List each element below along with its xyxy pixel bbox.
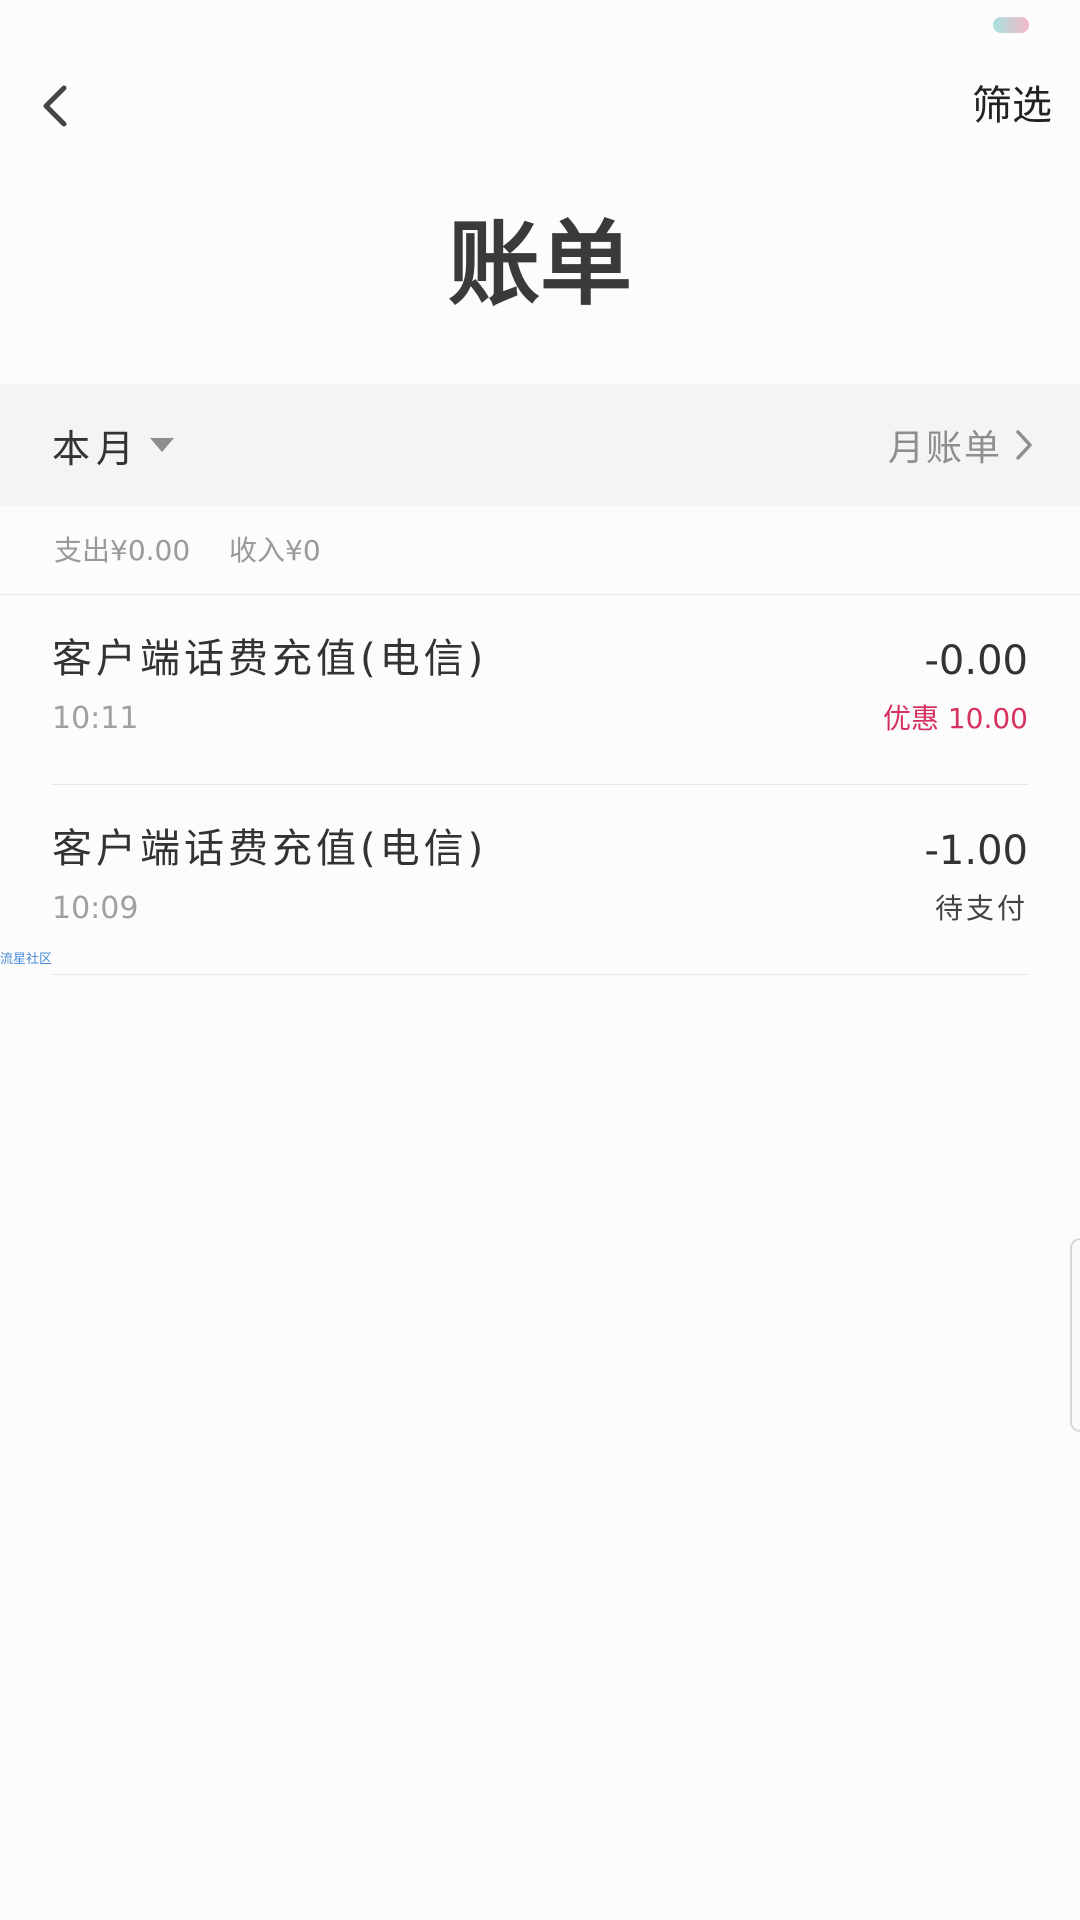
filter-button[interactable]: 筛选 bbox=[972, 80, 1052, 132]
transaction-row[interactable]: 客户端话费充值(电信) 10:09 -1.00 待支付 bbox=[0, 785, 1080, 975]
header: 筛选 bbox=[0, 50, 1080, 166]
month-bar: 本月 月账单 bbox=[0, 384, 1080, 506]
status-indicator-pill bbox=[993, 17, 1029, 33]
month-selector[interactable]: 本月 bbox=[52, 418, 175, 472]
status-bar bbox=[0, 0, 1080, 50]
transaction-row[interactable]: 客户端话费充值(电信) 10:11 -0.00 优惠 10.00 bbox=[0, 595, 1080, 785]
watermark-text: 流星社区 bbox=[0, 952, 53, 967]
monthly-bill-label: 月账单 bbox=[887, 428, 1002, 469]
transaction-time: 10:09 bbox=[52, 891, 139, 926]
chevron-left-icon bbox=[43, 85, 67, 127]
bill-summary: 支出¥0.00 收入¥0 bbox=[0, 506, 1080, 595]
month-selector-label: 本月 bbox=[52, 426, 141, 471]
chevron-right-icon bbox=[1016, 430, 1032, 460]
income-total: 收入¥0 bbox=[229, 534, 321, 567]
transaction-status: 待支付 bbox=[934, 892, 1028, 925]
transaction-amount: -1.00 bbox=[924, 828, 1029, 874]
page-title: 账单 bbox=[447, 211, 632, 318]
monthly-bill-link[interactable]: 月账单 bbox=[888, 418, 1034, 472]
side-drawer-handle[interactable] bbox=[1070, 1238, 1080, 1432]
transaction-amount: -0.00 bbox=[924, 638, 1029, 684]
expense-total: 支出¥0.00 bbox=[54, 534, 191, 567]
transaction-time: 10:11 bbox=[52, 701, 139, 736]
transaction-title: 客户端话费充值(电信) bbox=[52, 826, 488, 872]
caret-down-icon bbox=[150, 438, 175, 452]
transaction-title: 客户端话费充值(电信) bbox=[52, 636, 488, 682]
transaction-list: 客户端话费充值(电信) 10:11 -0.00 优惠 10.00 客户端话费充值… bbox=[0, 595, 1080, 975]
back-button[interactable] bbox=[30, 78, 86, 134]
transaction-discount: 优惠 10.00 bbox=[882, 702, 1028, 735]
